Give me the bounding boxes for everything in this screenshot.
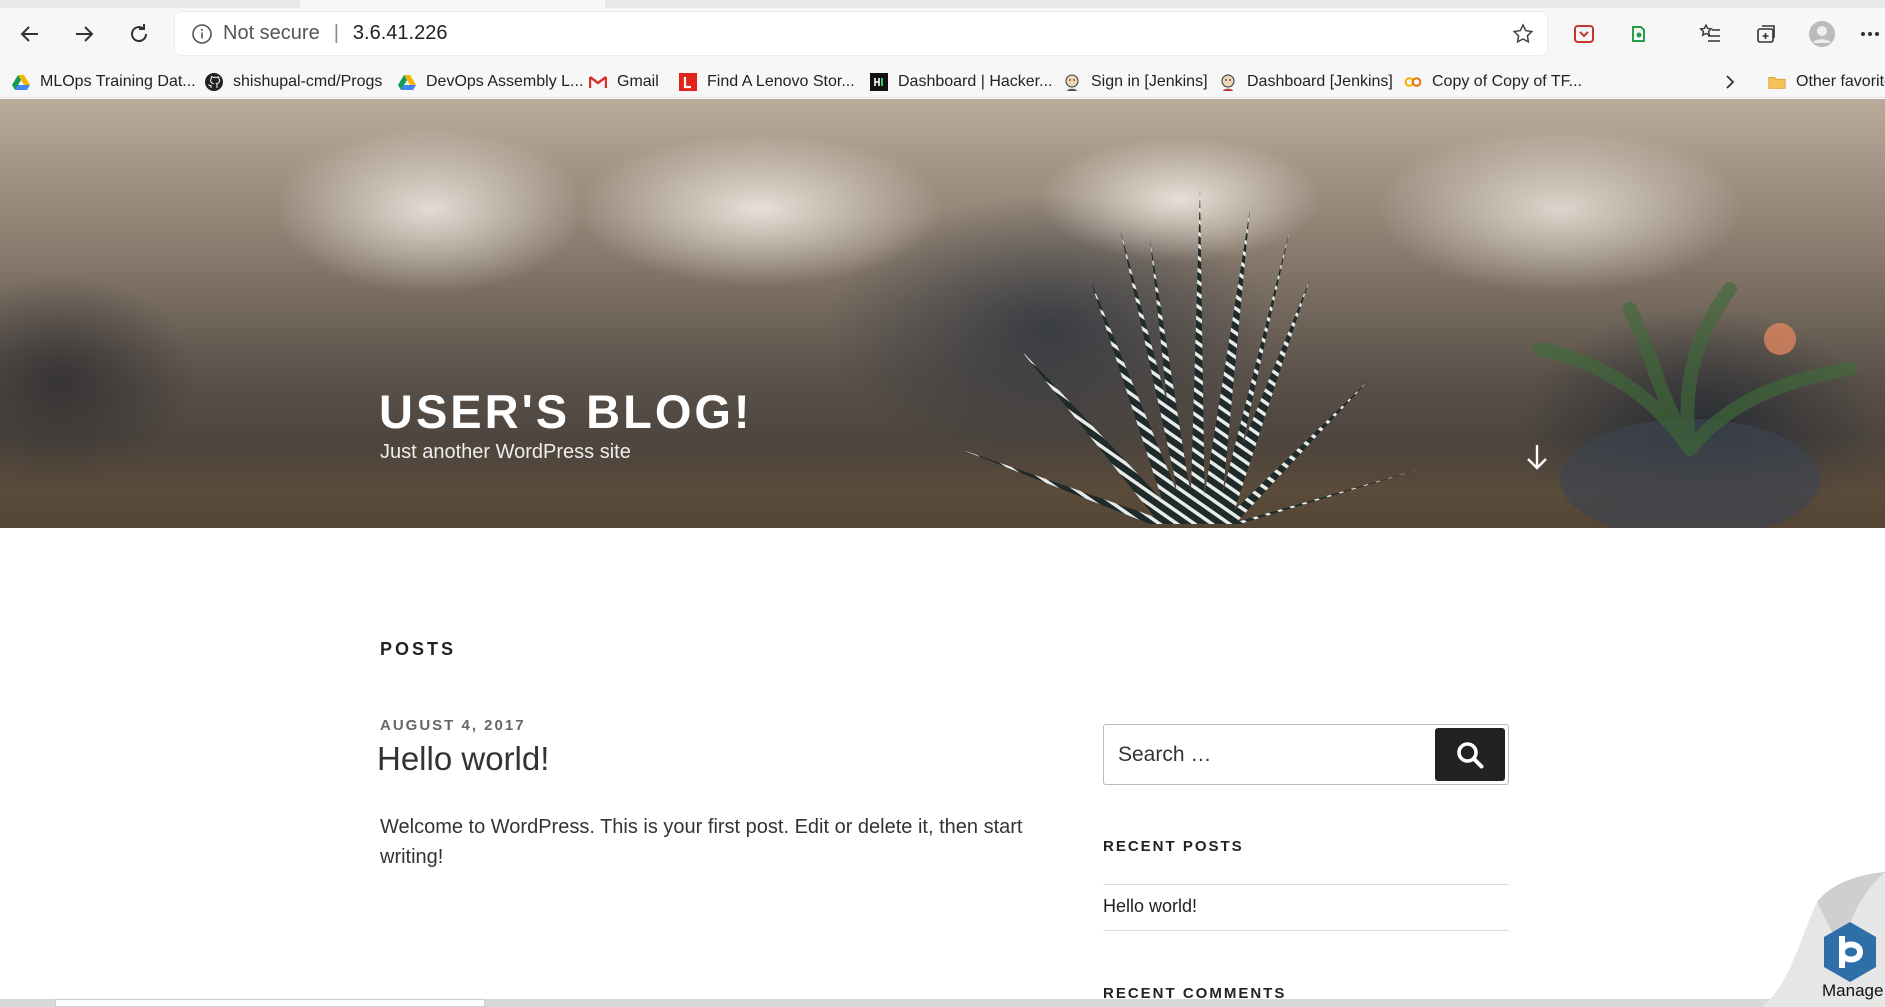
- bookmark-hackerrank[interactable]: Dashboard | Hacker...: [870, 66, 1052, 98]
- bookmark-jenkins-signin[interactable]: Sign in [Jenkins]: [1063, 66, 1208, 98]
- bookmark-label: Copy of Copy of TF...: [1432, 73, 1582, 90]
- favorite-star-icon[interactable]: [1511, 22, 1535, 46]
- bookmark-lenovo[interactable]: Find A Lenovo Stor...: [679, 66, 855, 98]
- refresh-button[interactable]: [119, 14, 159, 54]
- bookmark-label: Other favorite: [1796, 73, 1885, 90]
- gmail-icon: [589, 73, 607, 91]
- recent-post-link[interactable]: Hello world!: [1103, 896, 1197, 917]
- refresh-icon: [131, 24, 148, 43]
- google-drive-icon: [12, 73, 30, 91]
- bookmark-label: DevOps Assembly L...: [426, 73, 584, 90]
- profile-avatar-icon[interactable]: [1808, 20, 1836, 48]
- tab-strip: [0, 0, 1885, 8]
- scrollbar-thumb[interactable]: [55, 999, 485, 1007]
- scroll-down-arrow-icon[interactable]: [1524, 442, 1550, 472]
- forward-arrow-icon: [76, 26, 94, 42]
- header-hero-image: USER'S BLOG! Just another WordPress site: [0, 99, 1885, 528]
- zebra-succulent-plant: [960, 189, 1420, 524]
- bookmarks-bar: MLOps Training Dat... shishupal-cmd/Prog…: [0, 66, 1885, 98]
- bookmarks-overflow-button[interactable]: [1724, 66, 1736, 98]
- manage-label[interactable]: Manage: [1822, 981, 1883, 1001]
- lenovo-icon: [679, 73, 697, 91]
- google-drive-icon: [398, 73, 416, 91]
- pocket-extension-icon[interactable]: [1570, 20, 1598, 48]
- bookmark-label: Sign in [Jenkins]: [1091, 73, 1208, 90]
- browser-toolbar: Not secure | 3.6.41.226: [0, 0, 1885, 66]
- search-input[interactable]: [1118, 739, 1418, 771]
- other-favorites-folder[interactable]: Other favorite: [1768, 66, 1885, 98]
- address-bar[interactable]: Not secure | 3.6.41.226: [175, 12, 1547, 55]
- folder-icon: [1768, 73, 1786, 91]
- bookmark-label: Dashboard [Jenkins]: [1247, 73, 1393, 90]
- search-icon: [1457, 741, 1484, 768]
- post-title[interactable]: Hello world!: [377, 740, 549, 778]
- active-tab[interactable]: [300, 0, 605, 8]
- colab-icon: [1404, 73, 1422, 91]
- bookmark-colab[interactable]: Copy of Copy of TF...: [1404, 66, 1582, 98]
- bookmark-github-progs[interactable]: shishupal-cmd/Progs: [205, 66, 382, 98]
- hackerrank-icon: [870, 73, 888, 91]
- bookmark-label: Dashboard | Hacker...: [898, 73, 1053, 90]
- jenkins-icon: [1063, 73, 1081, 91]
- bookmark-label: Gmail: [617, 73, 659, 90]
- url-separator: |: [333, 22, 339, 44]
- bookmark-mlops[interactable]: MLOps Training Dat...: [12, 66, 196, 98]
- divider: [1103, 884, 1509, 885]
- post-date[interactable]: AUGUST 4, 2017: [380, 717, 526, 734]
- info-icon[interactable]: [191, 23, 213, 45]
- bookmark-gmail[interactable]: Gmail: [589, 66, 659, 98]
- bookmark-devops-assembly[interactable]: DevOps Assembly L...: [398, 66, 583, 98]
- horizontal-scrollbar[interactable]: [0, 999, 1885, 1007]
- bookmark-label: MLOps Training Dat...: [40, 73, 196, 90]
- jenkins-icon: [1219, 73, 1237, 91]
- bookmark-jenkins-dashboard[interactable]: Dashboard [Jenkins]: [1219, 66, 1393, 98]
- github-icon: [205, 73, 223, 91]
- site-title[interactable]: USER'S BLOG!: [379, 384, 753, 439]
- favorites-list-icon[interactable]: [1696, 20, 1724, 48]
- security-status[interactable]: Not secure: [223, 22, 320, 45]
- more-options-icon[interactable]: [1858, 20, 1882, 48]
- evernote-extension-icon[interactable]: [1624, 20, 1652, 48]
- bookmark-label: Find A Lenovo Stor...: [707, 73, 855, 90]
- back-arrow-icon: [20, 26, 38, 42]
- collections-icon[interactable]: [1752, 20, 1780, 48]
- url-text[interactable]: 3.6.41.226: [353, 22, 448, 45]
- bookmark-label: shishupal-cmd/Progs: [233, 73, 383, 90]
- divider: [1103, 930, 1509, 931]
- forward-button[interactable]: [64, 14, 104, 54]
- search-form: [1103, 724, 1509, 785]
- recent-posts-heading: RECENT POSTS: [1103, 838, 1244, 855]
- back-button[interactable]: [10, 14, 50, 54]
- post-excerpt: Welcome to WordPress. This is your first…: [380, 816, 1023, 868]
- chevron-right-icon: [1726, 75, 1735, 89]
- site-description: Just another WordPress site: [380, 441, 631, 463]
- background-plant: [1533, 282, 1857, 528]
- posts-heading: POSTS: [380, 639, 457, 659]
- search-button[interactable]: [1435, 728, 1505, 781]
